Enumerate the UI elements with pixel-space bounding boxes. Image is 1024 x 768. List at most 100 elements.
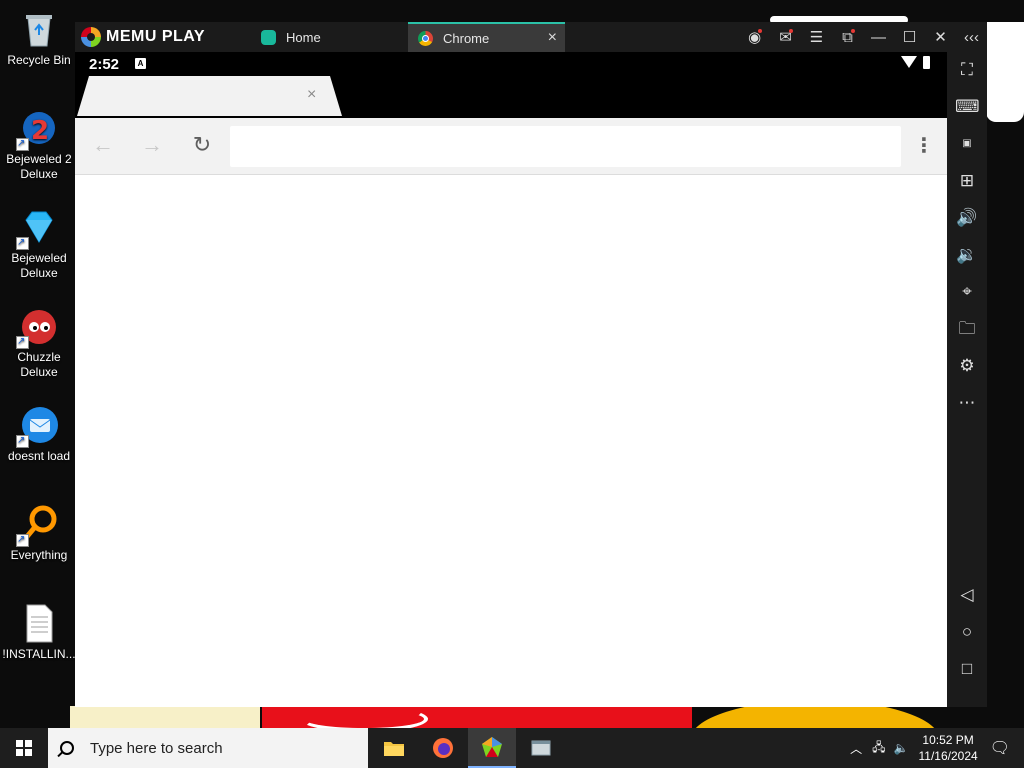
hamburger-icon: ☰ [809,29,824,46]
taskbar-clock[interactable]: 10:52 PM 11/16/2024 [919,732,978,764]
chevrons-left-icon: ‹‹‹ [964,28,979,46]
firefox-icon [433,738,453,758]
start-button[interactable] [0,728,48,768]
close-button[interactable]: ✕ [925,22,956,52]
taskbar-app[interactable] [517,728,565,768]
volume-up-icon: 🔊 [956,208,978,227]
omnibox-input[interactable] [230,126,901,167]
windows-logo-icon [16,740,32,756]
account-button[interactable]: ◉ [739,22,770,52]
back-button[interactable]: ← [89,131,117,159]
everything-search-icon [16,503,60,547]
location-button[interactable]: ⌖ [955,280,979,304]
battery-icon [923,56,930,69]
mail-icon: ✉ [779,29,792,46]
memu-brand-label: MEMU PLAY [106,28,206,45]
chrome-menu-button[interactable]: ⋮ [911,132,937,160]
reload-button[interactable]: ↻ [188,131,216,159]
status-time: 2:52 [89,56,120,73]
desktop-icon-bejeweled[interactable]: Bejeweled Deluxe [2,206,76,281]
messages-button[interactable]: ✉ [770,22,801,52]
desktop-icon-label: Recycle Bin [7,53,71,67]
gear-icon: ⚙ [959,356,975,375]
desktop-icon-label: Everything [10,548,68,562]
android-home-button[interactable]: ○ [955,620,979,644]
shortcut-arrow-icon [16,235,29,250]
wallpaper-shape [70,706,260,730]
location-pin-icon: ⌖ [962,282,972,301]
restore-button[interactable]: ⧉ [832,22,863,52]
volume-up-button[interactable]: 🔊 [955,206,979,230]
shortcut-arrow-icon [16,532,29,547]
more-button[interactable]: ⋯ [955,391,979,415]
chrome-tab-close-icon[interactable]: × [307,86,316,104]
shortcut-arrow-icon [16,136,29,151]
title-bar: MEMU PLAY Home Chrome × ◉ ✉ ☰ ⧉ — ☐ ✕ ‹‹… [75,22,987,52]
bejeweled-2-icon: 2 [16,107,60,151]
tab-chrome-label: Chrome [443,30,490,46]
account-icon: ◉ [747,29,762,46]
back-arrow-icon: ← [92,132,114,157]
folder-icon [384,742,404,756]
wallpaper-shape [986,22,1024,122]
desktop-icon-label: Chuzzle Deluxe [17,350,61,379]
minimize-icon: — [871,28,886,46]
shared-folder-button[interactable]: 🗀 [955,317,979,341]
forward-arrow-icon: → [141,132,163,157]
memu-logo-icon [81,27,101,47]
kebab-menu-icon: ⋮ [914,135,934,157]
volume-icon[interactable]: 🔈 [894,741,909,755]
taskbar-firefox[interactable] [419,728,467,768]
chrome-tab[interactable]: × [77,76,342,116]
desktop-icon-installing[interactable]: !INSTALLIN... [2,602,76,662]
tab-close-icon[interactable]: × [548,29,557,47]
desktop-icon-bejeweled-2[interactable]: 2 Bejeweled 2 Deluxe [2,107,76,182]
keymapping-button[interactable]: ⌨ [955,95,980,119]
tab-chrome[interactable]: Chrome × [408,22,565,52]
network-icon[interactable]: 🖧 [872,738,885,759]
tray-expand-icon[interactable]: ︿ [850,740,862,757]
web-page-content[interactable] [75,175,947,707]
install-apk-button[interactable]: ▣ [955,132,979,156]
text-file-icon [18,602,60,644]
desktop-icon-label: Bejeweled Deluxe [11,251,67,280]
clock-time: 10:52 PM [922,733,974,747]
search-placeholder: Type here to search [90,739,223,757]
home-app-icon [261,29,276,45]
square-recents-icon: □ [961,659,973,678]
volume-down-button[interactable]: 🔉 [955,243,979,267]
folder-icon: 🗀 [958,319,976,338]
taskbar-memu[interactable] [468,728,516,768]
taskbar: Type here to search ︿ 🖧 🔈 10:52 PM 11/16… [0,728,1024,768]
settings-button[interactable]: ⚙ [955,354,979,378]
triangle-back-icon: ◁ [960,585,974,604]
fullscreen-icon: ⛶ [961,60,973,79]
menu-button[interactable]: ☰ [801,22,832,52]
taskbar-search-box[interactable]: Type here to search [48,728,368,768]
svg-text:2: 2 [31,116,49,146]
notifications-icon[interactable]: 🗨 [990,738,1010,758]
apk-icon: ▣ [962,138,972,149]
desktop-icon-everything[interactable]: Everything [2,503,76,563]
emulator-sidebar: ⛶ ⌨ ▣ ⊞ 🔊 🔉 ⌖ 🗀 ⚙ ⋯ ◁ ○ □ [947,52,987,707]
desktop-icon-label: !INSTALLIN... [2,647,76,661]
collapse-sidebar-button[interactable]: ‹‹‹ [956,22,987,52]
multi-instance-button[interactable]: ⊞ [955,169,979,193]
fullscreen-button[interactable]: ⛶ [955,58,979,82]
desktop-icon-recycle-bin[interactable]: Recycle Bin [2,8,76,68]
android-recents-button[interactable]: □ [955,657,979,681]
wifi-icon [901,56,917,68]
desktop-icon-chuzzle[interactable]: Chuzzle Deluxe [2,305,76,380]
clock-date: 11/16/2024 [918,749,978,763]
forward-button[interactable]: → [138,131,166,159]
shortcut-arrow-icon [16,334,29,349]
tab-home[interactable]: Home [251,22,406,52]
maximize-button[interactable]: ☐ [894,22,925,52]
memu-brand: MEMU PLAY [81,26,205,48]
volume-down-icon: 🔉 [956,245,978,264]
desktop-icon-doesnt-load[interactable]: doesnt load [2,404,76,464]
android-back-button[interactable]: ◁ [955,583,979,607]
more-dots-icon: ⋯ [958,393,976,412]
taskbar-file-explorer[interactable] [370,728,418,768]
minimize-button[interactable]: — [863,22,894,52]
